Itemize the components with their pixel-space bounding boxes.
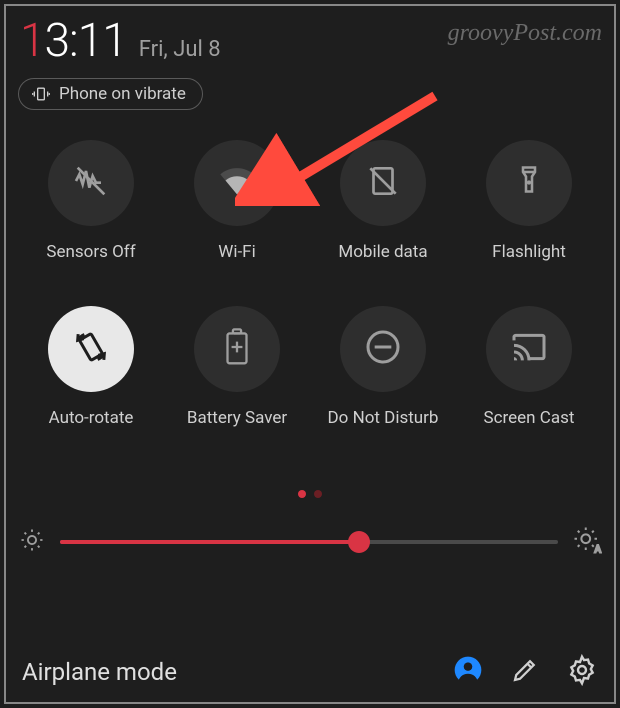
- wifi-icon: [217, 161, 257, 205]
- brightness-fill: [60, 540, 359, 544]
- watermark-text: groovyPost.com: [448, 20, 602, 47]
- mobile-data-off-icon: [364, 162, 402, 204]
- tile-label: Screen Cast: [484, 408, 575, 428]
- brightness-low-icon: [18, 526, 46, 558]
- brightness-row: A: [0, 525, 620, 559]
- date: Fri, Jul 8: [139, 37, 221, 62]
- page-indicator: [0, 490, 620, 498]
- tile-label: Mobile data: [338, 242, 427, 262]
- clock: 13:11: [20, 14, 127, 68]
- expanded-tile-title: Airplane mode: [22, 658, 426, 686]
- brightness-slider[interactable]: [60, 540, 558, 544]
- svg-text:A: A: [595, 545, 602, 556]
- auto-rotate-icon: [71, 327, 111, 371]
- tile-label: Do Not Disturb: [328, 408, 439, 428]
- page-dot: [314, 490, 322, 498]
- sensors-off-icon: [71, 161, 111, 205]
- tile-auto-rotate[interactable]: Auto-rotate: [18, 306, 164, 428]
- tile-battery-saver[interactable]: Battery Saver: [164, 306, 310, 428]
- vibrate-icon: [31, 84, 51, 104]
- tile-label: Sensors Off: [46, 242, 135, 262]
- battery-saver-icon: [221, 328, 253, 370]
- ringer-mode-chip[interactable]: Phone on vibrate: [18, 78, 203, 110]
- do-not-disturb-icon: [363, 327, 403, 371]
- tile-label: Wi-Fi: [218, 242, 255, 262]
- ringer-mode-label: Phone on vibrate: [59, 84, 186, 104]
- tile-mobile-data[interactable]: Mobile data: [310, 140, 456, 262]
- settings-button[interactable]: [566, 654, 598, 690]
- cast-icon: [509, 327, 549, 371]
- tile-screen-cast[interactable]: Screen Cast: [456, 306, 602, 428]
- page-dot: [298, 490, 306, 498]
- tile-sensors-off[interactable]: Sensors Off: [18, 140, 164, 262]
- quick-settings-grid: Sensors Off Wi-Fi Mobile data: [0, 140, 620, 428]
- flashlight-icon: [511, 163, 547, 203]
- footer-bar: Airplane mode: [0, 654, 620, 690]
- tile-label: Battery Saver: [187, 408, 287, 428]
- tile-flashlight[interactable]: Flashlight: [456, 140, 602, 262]
- brightness-thumb[interactable]: [348, 531, 370, 553]
- tile-wifi[interactable]: Wi-Fi: [164, 140, 310, 262]
- user-button[interactable]: [452, 654, 484, 690]
- brightness-auto-icon: A: [572, 525, 602, 559]
- status-bar: 13:11 Fri, Jul 8: [20, 14, 221, 68]
- edit-button[interactable]: [510, 655, 540, 689]
- tile-label: Auto-rotate: [49, 408, 134, 428]
- tile-label: Flashlight: [492, 242, 566, 262]
- tile-do-not-disturb[interactable]: Do Not Disturb: [310, 306, 456, 428]
